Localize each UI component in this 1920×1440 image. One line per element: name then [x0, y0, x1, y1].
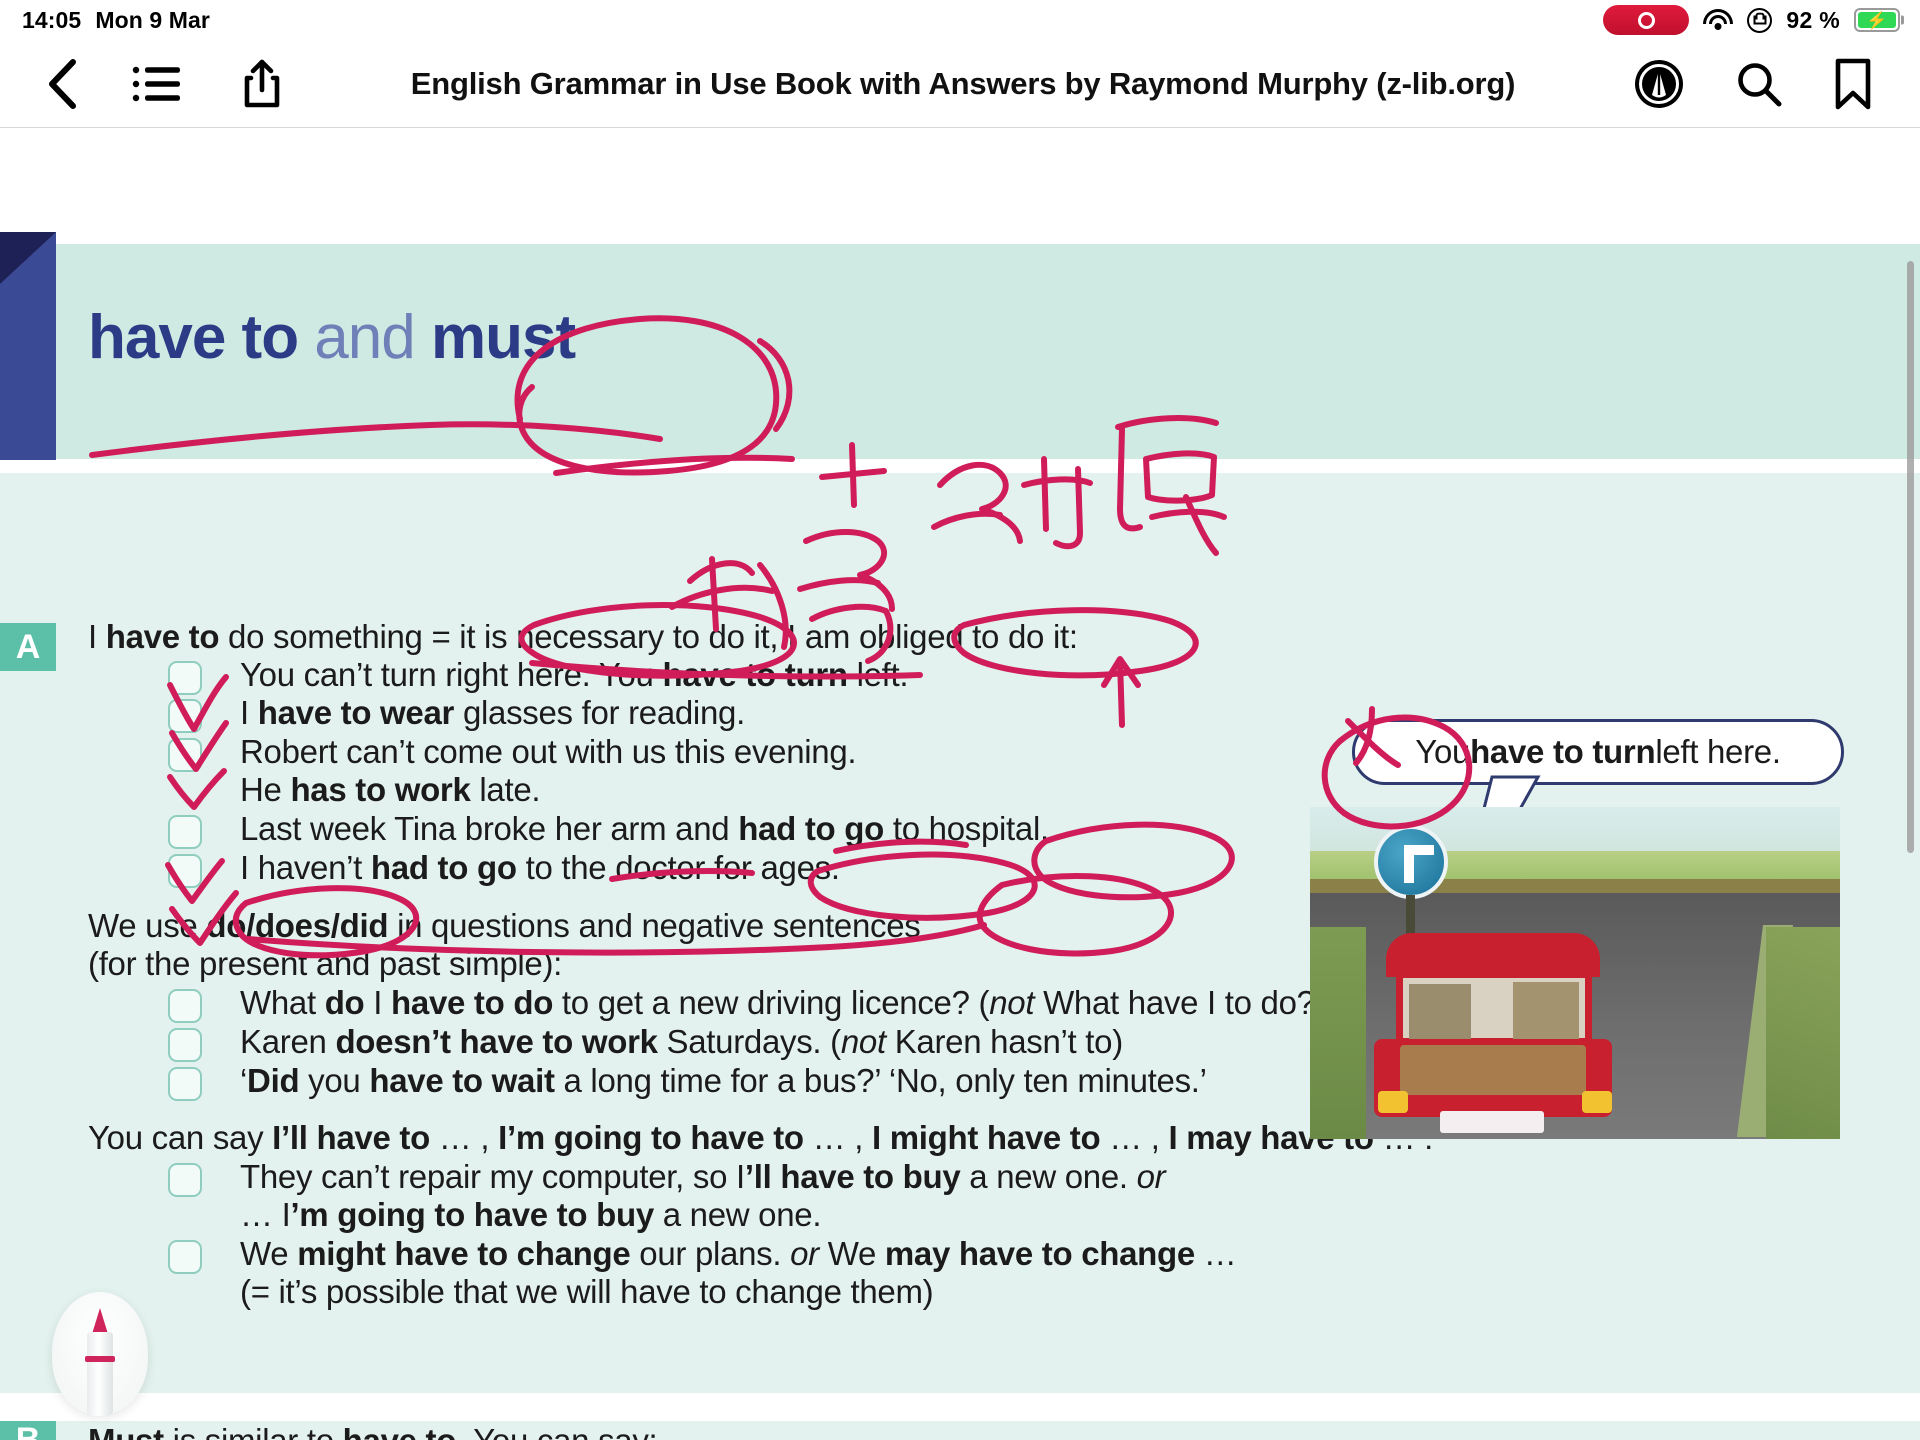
turn-left-sign-icon: [1374, 825, 1448, 899]
status-bar-right: 92 % ⚡: [1603, 5, 1920, 35]
battery-percent-label: 92 %: [1786, 6, 1840, 33]
clock: 14:05: [22, 6, 82, 33]
pen-color-band: [85, 1356, 115, 1362]
unit-title-part1: have to: [88, 303, 299, 372]
pen-nib-icon: [92, 1308, 108, 1334]
list-item-bullet: [168, 661, 202, 695]
unit-title-part2: and: [298, 303, 431, 372]
list-item-continuation: (= it’s possible that we will have to ch…: [240, 1273, 934, 1310]
list-item-bullet: [168, 815, 202, 849]
intro-post: do something = it is necessary to do it,…: [219, 618, 1078, 655]
toolbar-right-actions: [1632, 57, 1874, 111]
list-item-bullet: [168, 1028, 202, 1062]
illustration-photo: [1310, 807, 1840, 1139]
markup-pen-icon[interactable]: [1632, 57, 1686, 111]
status-bar-left: 14:05 Mon 9 Mar: [0, 7, 210, 34]
band-gap: [0, 459, 1920, 473]
list-item-bullet: [168, 1067, 202, 1101]
unit-navy-tab: [0, 232, 56, 460]
screen-recording-indicator[interactable]: [1603, 5, 1690, 35]
list-item-bullet: [168, 1240, 202, 1274]
back-icon[interactable]: [30, 58, 94, 110]
list-item-bullet: [168, 738, 202, 772]
intro-bold: have to: [105, 618, 220, 655]
status-bar: 14:05 Mon 9 Mar 92 % ⚡: [0, 0, 1920, 40]
app-toolbar: English Grammar in Use Book with Answers…: [0, 40, 1920, 128]
battery-charging-icon: ⚡: [1854, 8, 1900, 32]
wifi-icon: [1703, 8, 1734, 32]
pen-barrel: [87, 1332, 113, 1416]
section-badge-a: A: [0, 623, 56, 671]
list-item: I haven’t had to go to the doctor for ag…: [240, 849, 840, 886]
pen-tool-widget[interactable]: [52, 1292, 148, 1416]
list-item: ‘Did you have to wait a long time for a …: [240, 1062, 1207, 1099]
red-car: [1362, 933, 1628, 1133]
unit-header-band: have to and must: [0, 232, 1920, 460]
list-item-bullet: [168, 854, 202, 888]
document-title: English Grammar in Use Book with Answers…: [410, 65, 1516, 101]
date-label: Mon 9 Mar: [95, 6, 210, 33]
share-icon[interactable]: [230, 58, 294, 110]
page-top-margin: [0, 129, 1920, 244]
unit-title-part3: must: [430, 303, 576, 372]
search-icon[interactable]: [1734, 59, 1784, 109]
list-item-bullet: [168, 699, 202, 733]
unit-title: have to and must: [88, 302, 576, 373]
section-b-text: Must is similar to have to. You can say:: [88, 1417, 658, 1440]
section-badge-b: B: [0, 1421, 56, 1440]
vertical-scrollbar[interactable]: [1907, 261, 1914, 853]
list-item-bullet: [168, 1163, 202, 1197]
list-item-bullet: [168, 989, 202, 1023]
table-of-contents-icon[interactable]: [124, 65, 188, 103]
bookmark-icon[interactable]: [1832, 57, 1874, 111]
intro-pre: I: [88, 618, 106, 655]
document-page[interactable]: have to and must A I have to do somethin…: [0, 129, 1920, 1440]
rotation-lock-icon: [1747, 7, 1773, 33]
section-a-body: A I have to do something = it is necessa…: [0, 473, 1920, 1393]
